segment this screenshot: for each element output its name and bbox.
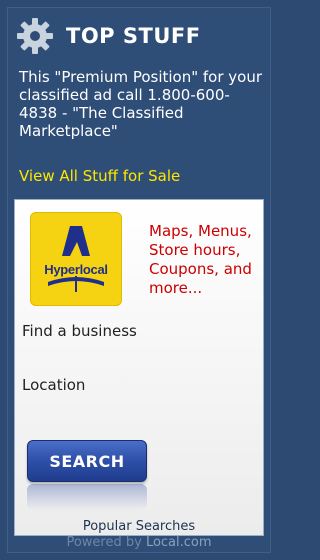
search-button-reflection — [27, 484, 147, 510]
hyperlocal-logo[interactable]: Hyperlocal — [30, 212, 122, 306]
panel-header: TOP STUFF — [14, 14, 264, 58]
view-all-link[interactable]: View All Stuff for Sale — [19, 167, 180, 185]
widget-tagline: Maps, Menus, Store hours, Coupons, and m… — [149, 222, 252, 297]
logo-text: Hyperlocal — [44, 262, 108, 277]
popular-searches-link[interactable]: Popular Searches — [0, 519, 278, 534]
powered-by-prefix: Powered by — [66, 535, 146, 550]
hyperlocal-logo-icon — [48, 226, 104, 292]
local-com-link[interactable]: Local.com — [146, 535, 212, 550]
panel-title: TOP STUFF — [66, 24, 201, 48]
location-label: Location — [22, 376, 86, 394]
hyperlocal-widget: Hyperlocal Maps, Menus, Store hours, Cou… — [14, 199, 264, 536]
search-button[interactable]: SEARCH — [27, 440, 147, 482]
find-business-label: Find a business — [22, 322, 137, 340]
gear-icon — [14, 15, 56, 57]
promo-text: This "Premium Position" for your classif… — [19, 68, 263, 140]
powered-by: Powered by Local.com — [0, 535, 278, 550]
